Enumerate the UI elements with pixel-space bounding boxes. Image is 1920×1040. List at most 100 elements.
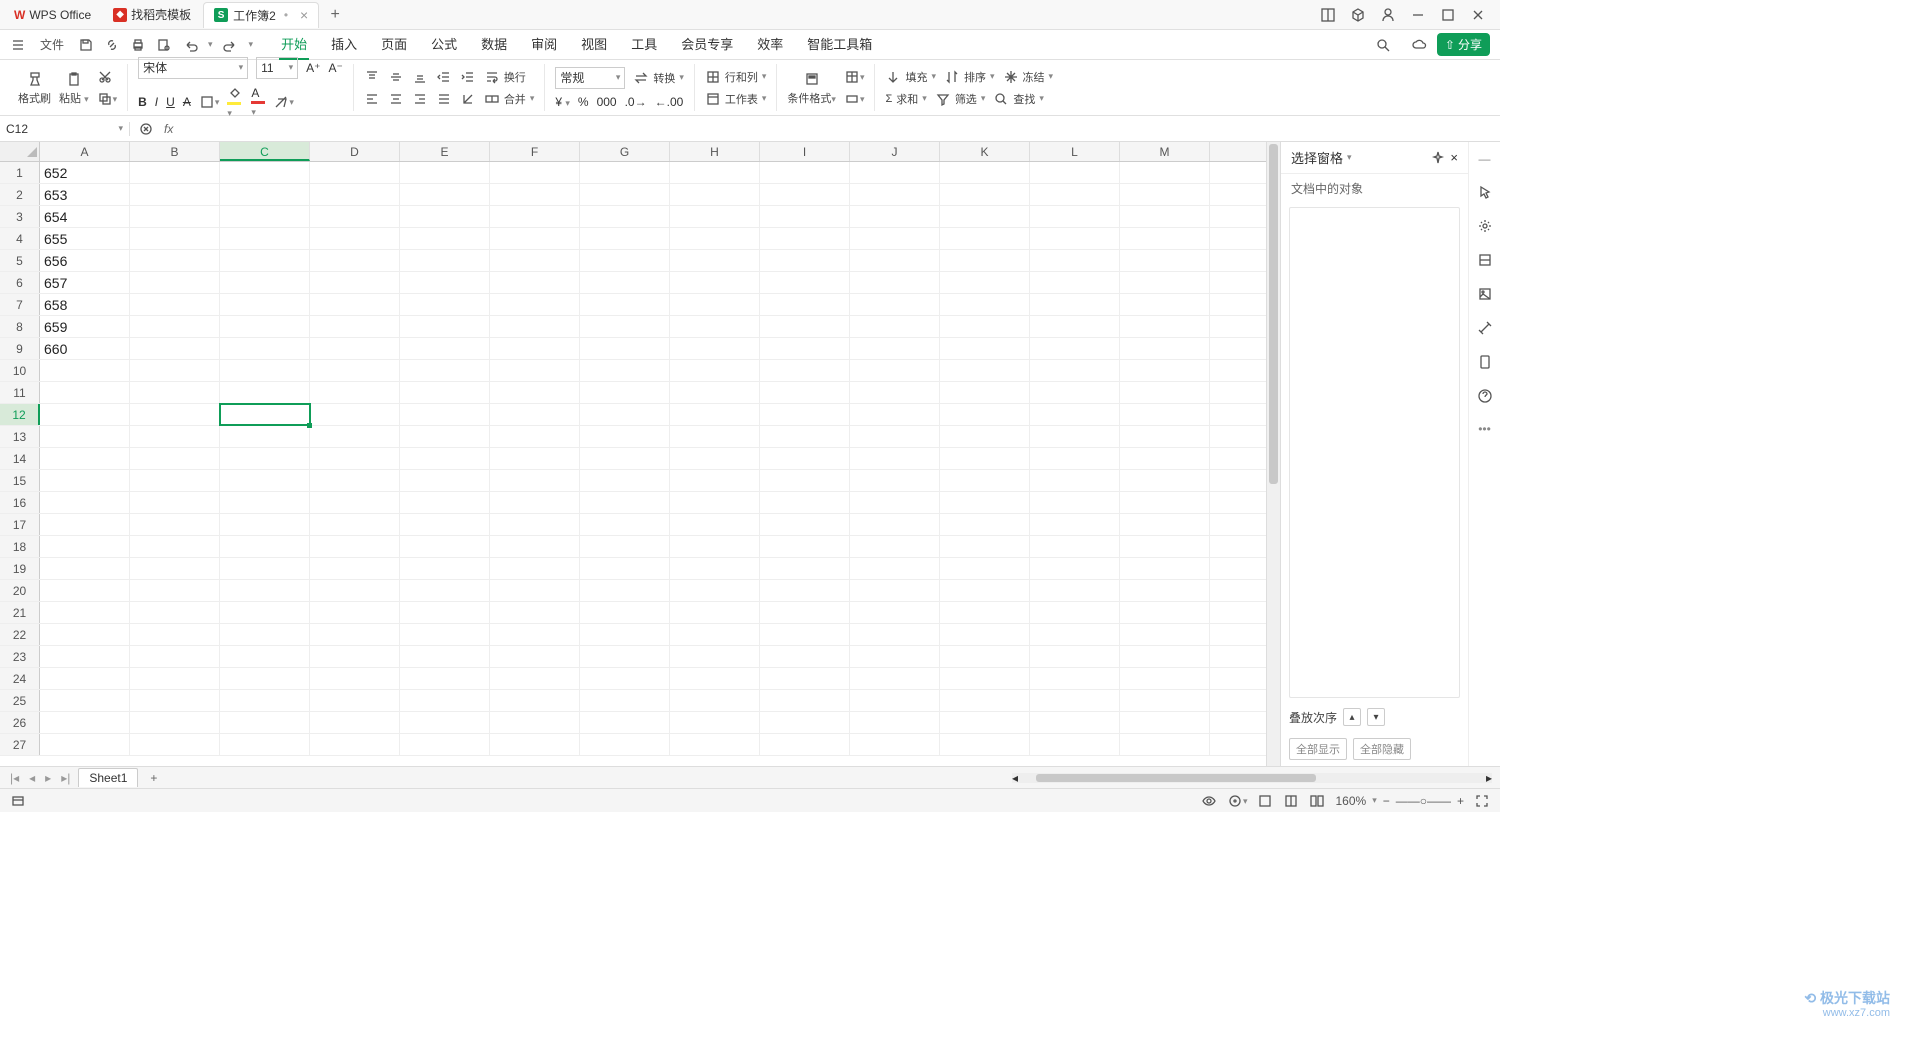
cell-H3[interactable] — [670, 206, 760, 227]
cell-M12[interactable] — [1120, 404, 1210, 425]
column-header-G[interactable]: G — [580, 142, 670, 161]
font-size-select[interactable]: 11▾ — [256, 57, 298, 79]
undo-icon[interactable] — [182, 37, 198, 53]
cell-K22[interactable] — [940, 624, 1030, 645]
convert-button[interactable]: 转换▾ — [633, 70, 684, 86]
cell-E20[interactable] — [400, 580, 490, 601]
cell-D21[interactable] — [310, 602, 400, 623]
cell-G18[interactable] — [580, 536, 670, 557]
cell-G1[interactable] — [580, 162, 670, 183]
name-box[interactable]: C12 ▾ — [0, 122, 130, 136]
cell-H20[interactable] — [670, 580, 760, 601]
column-header-J[interactable]: J — [850, 142, 940, 161]
cell-J26[interactable] — [850, 712, 940, 733]
cell-C20[interactable] — [220, 580, 310, 601]
cell-J17[interactable] — [850, 514, 940, 535]
cell-L6[interactable] — [1030, 272, 1120, 293]
cell-K3[interactable] — [940, 206, 1030, 227]
tools-side-icon[interactable] — [1477, 320, 1493, 336]
cell-D11[interactable] — [310, 382, 400, 403]
file-menu[interactable]: 文件 — [36, 36, 68, 53]
cell-B1[interactable] — [130, 162, 220, 183]
cell-E17[interactable] — [400, 514, 490, 535]
cell-D15[interactable] — [310, 470, 400, 491]
cell-H8[interactable] — [670, 316, 760, 337]
share-button[interactable]: ⇧ 分享 — [1437, 33, 1490, 56]
cell-H17[interactable] — [670, 514, 760, 535]
tab-wps-office[interactable]: W WPS Office — [4, 2, 101, 28]
cell-J8[interactable] — [850, 316, 940, 337]
cell-F20[interactable] — [490, 580, 580, 601]
cell-E24[interactable] — [400, 668, 490, 689]
copy-icon[interactable]: ▾ — [97, 91, 118, 107]
cell-B27[interactable] — [130, 734, 220, 755]
column-header-M[interactable]: M — [1120, 142, 1210, 161]
cell-B3[interactable] — [130, 206, 220, 227]
cell-B5[interactable] — [130, 250, 220, 271]
cell-E1[interactable] — [400, 162, 490, 183]
cell-C2[interactable] — [220, 184, 310, 205]
cell-D14[interactable] — [310, 448, 400, 469]
cell-I16[interactable] — [760, 492, 850, 513]
cell-D6[interactable] — [310, 272, 400, 293]
cell-J19[interactable] — [850, 558, 940, 579]
cell-B10[interactable] — [130, 360, 220, 381]
cell-F13[interactable] — [490, 426, 580, 447]
cell-K24[interactable] — [940, 668, 1030, 689]
cell-H27[interactable] — [670, 734, 760, 755]
cell-F26[interactable] — [490, 712, 580, 733]
cell-F18[interactable] — [490, 536, 580, 557]
cell-A20[interactable] — [40, 580, 130, 601]
cube-icon[interactable] — [1350, 7, 1366, 23]
cell-F24[interactable] — [490, 668, 580, 689]
cell-D25[interactable] — [310, 690, 400, 711]
ribbon-tab-会员专享[interactable]: 会员专享 — [679, 30, 735, 60]
align-bottom-icon[interactable] — [412, 69, 428, 85]
cell-C16[interactable] — [220, 492, 310, 513]
cell-A18[interactable] — [40, 536, 130, 557]
cell-A12[interactable] — [40, 404, 130, 425]
cell-L19[interactable] — [1030, 558, 1120, 579]
cell-M10[interactable] — [1120, 360, 1210, 381]
cell-E13[interactable] — [400, 426, 490, 447]
cell-L8[interactable] — [1030, 316, 1120, 337]
align-left-icon[interactable] — [364, 91, 380, 107]
cell-J5[interactable] — [850, 250, 940, 271]
cell-L21[interactable] — [1030, 602, 1120, 623]
cell-H14[interactable] — [670, 448, 760, 469]
redo-dropdown-icon[interactable]: ▾ — [249, 39, 254, 50]
cell-M27[interactable] — [1120, 734, 1210, 755]
cell-H12[interactable] — [670, 404, 760, 425]
cell-J21[interactable] — [850, 602, 940, 623]
cell-style-icon[interactable]: ▾ — [844, 91, 865, 107]
cell-L20[interactable] — [1030, 580, 1120, 601]
cell-F1[interactable] — [490, 162, 580, 183]
cell-D18[interactable] — [310, 536, 400, 557]
cell-E9[interactable] — [400, 338, 490, 359]
cell-J25[interactable] — [850, 690, 940, 711]
column-header-K[interactable]: K — [940, 142, 1030, 161]
strikethrough-button[interactable]: A — [183, 95, 191, 109]
sheet-first-icon[interactable]: |◂ — [8, 771, 21, 785]
add-sheet-button[interactable]: + — [144, 771, 163, 785]
cell-A11[interactable] — [40, 382, 130, 403]
cell-D12[interactable] — [310, 404, 400, 425]
cell-I4[interactable] — [760, 228, 850, 249]
cell-J3[interactable] — [850, 206, 940, 227]
sheet-next-icon[interactable]: ▸ — [43, 771, 53, 785]
cell-M5[interactable] — [1120, 250, 1210, 271]
row-header-3[interactable]: 3 — [0, 206, 40, 227]
cell-K25[interactable] — [940, 690, 1030, 711]
cell-M4[interactable] — [1120, 228, 1210, 249]
cell-C3[interactable] — [220, 206, 310, 227]
cell-M6[interactable] — [1120, 272, 1210, 293]
cell-J15[interactable] — [850, 470, 940, 491]
cell-C4[interactable] — [220, 228, 310, 249]
cloud-icon[interactable] — [1411, 37, 1427, 53]
border-button[interactable]: ▾ — [199, 94, 220, 110]
hscroll-right-icon[interactable]: ▸ — [1486, 771, 1492, 785]
cell-H24[interactable] — [670, 668, 760, 689]
cell-D26[interactable] — [310, 712, 400, 733]
cell-C10[interactable] — [220, 360, 310, 381]
cell-G15[interactable] — [580, 470, 670, 491]
